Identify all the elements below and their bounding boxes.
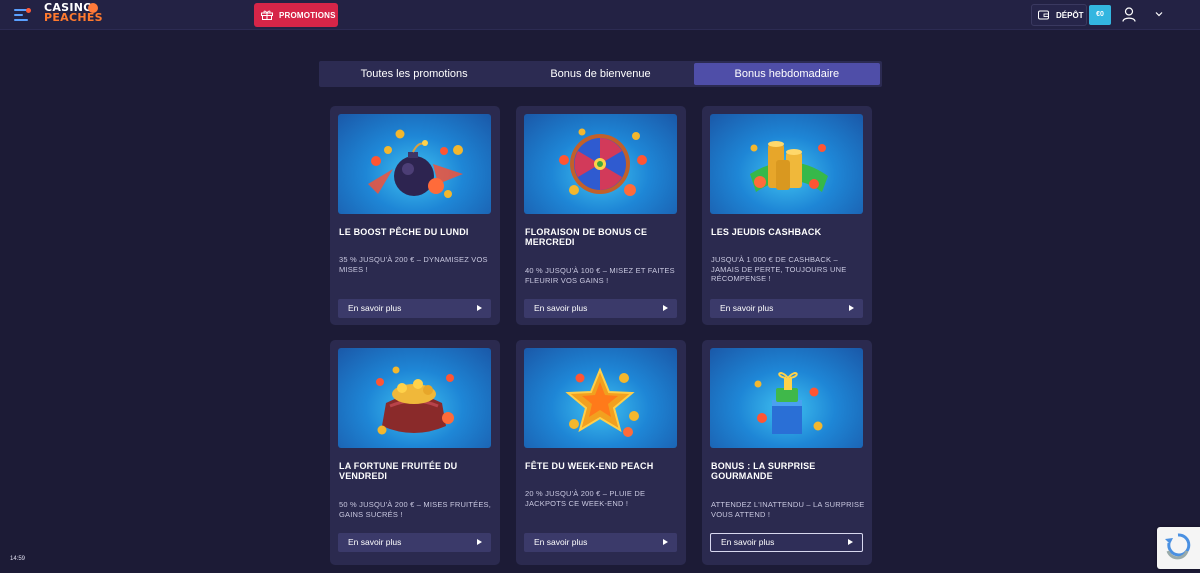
peach-logo-icon (88, 3, 98, 13)
play-arrow-icon (663, 305, 668, 311)
card-description: JUSQU'À 1 000 € DE CASHBACK – JAMAIS DE … (711, 255, 847, 283)
treasure-sack-icon (338, 348, 491, 448)
tab-all-promotions[interactable]: Toutes les promotions (321, 63, 507, 85)
card-title: LE BOOST PÊCHE DU LUNDI (339, 227, 469, 237)
card-title: BONUS : LA SURPRISE GOURMANDE (711, 461, 816, 481)
clock-time: 14:59 (10, 556, 26, 562)
learn-more-label: En savoir plus (348, 537, 402, 547)
card-description: 50 % JUSQU'À 200 € – MISES FRUITÉES, GAI… (339, 500, 492, 519)
learn-more-button[interactable]: En savoir plus (524, 533, 677, 552)
learn-more-label: En savoir plus (348, 303, 402, 313)
recaptcha-icon (1165, 533, 1191, 560)
play-arrow-icon (848, 539, 853, 545)
learn-more-label: En savoir plus (534, 303, 588, 313)
learn-more-label: En savoir plus (534, 537, 588, 547)
promo-card-wednesday: FLORAISON DE BONUS CE MERCREDI 40 % JUSQ… (516, 106, 686, 325)
deposit-label: DÉPÔT (1056, 10, 1084, 20)
promotions-label: PROMOTIONS (279, 10, 336, 20)
play-arrow-icon (849, 305, 854, 311)
recaptcha-badge[interactable] (1157, 527, 1200, 569)
play-arrow-icon (477, 305, 482, 311)
wheel-of-fortune-icon (524, 114, 677, 214)
menu-icon[interactable] (14, 8, 31, 21)
promotion-tabs: Toutes les promotions Bonus de bienvenue… (319, 61, 882, 87)
learn-more-button[interactable]: En savoir plus (710, 533, 863, 552)
gift-icon (261, 10, 273, 20)
user-icon[interactable] (1122, 7, 1136, 22)
logo-line2: PEACHES (44, 11, 103, 24)
learn-more-button[interactable]: En savoir plus (710, 299, 863, 318)
card-title: FLORAISON DE BONUS CE MERCREDI (525, 227, 648, 247)
card-title: LA FORTUNE FRUITÉE DU VENDREDI (339, 461, 458, 481)
card-title: FÊTE DU WEEK-END PEACH (525, 461, 654, 471)
coin-stack-icon (710, 114, 863, 214)
promo-card-thursday: LES JEUDIS CASHBACK JUSQU'À 1 000 € DE C… (702, 106, 872, 325)
card-description: 20 % JUSQU'À 200 € – PLUIE DE JACKPOTS C… (525, 489, 646, 508)
card-description: 35 % JUSQU'À 200 € – DYNAMISEZ VOS MISES… (339, 255, 488, 274)
play-arrow-icon (663, 539, 668, 545)
top-navigation-bar: CASINO PEACHES PROMOTIONS DÉPÔT €0 (0, 0, 1200, 30)
promo-card-weekend: FÊTE DU WEEK-END PEACH 20 % JUSQU'À 200 … (516, 340, 686, 565)
learn-more-label: En savoir plus (720, 303, 774, 313)
tab-weekly-bonus[interactable]: Bonus hebdomadaire (693, 63, 880, 85)
promo-card-friday: LA FORTUNE FRUITÉE DU VENDREDI 50 % JUSQ… (330, 340, 500, 565)
card-title: LES JEUDIS CASHBACK (711, 227, 822, 237)
learn-more-button[interactable]: En savoir plus (338, 299, 491, 318)
wallet-icon (1038, 10, 1049, 20)
card-description: ATTENDEZ L'INATTENDU – LA SURPRISE VOUS … (711, 500, 865, 519)
learn-more-button[interactable]: En savoir plus (524, 299, 677, 318)
chevron-down-icon[interactable] (1155, 11, 1163, 17)
promotions-button[interactable]: PROMOTIONS (254, 3, 338, 27)
learn-more-button[interactable]: En savoir plus (338, 533, 491, 552)
gift-box-icon (710, 348, 863, 448)
star-icon (524, 348, 677, 448)
bomb-peach-icon (338, 114, 491, 214)
deposit-button[interactable]: DÉPÔT (1031, 4, 1087, 26)
card-description: 40 % JUSQU'À 100 € – MISEZ ET FAITES FLE… (525, 266, 675, 285)
promo-card-surprise: BONUS : LA SURPRISE GOURMANDE ATTENDEZ L… (702, 340, 872, 565)
learn-more-label: En savoir plus (721, 537, 775, 547)
promo-card-monday: LE BOOST PÊCHE DU LUNDI 35 % JUSQU'À 200… (330, 106, 500, 325)
casino-peaches-logo[interactable]: CASINO PEACHES (44, 2, 103, 24)
tab-welcome-bonus[interactable]: Bonus de bienvenue (507, 63, 693, 85)
play-arrow-icon (477, 539, 482, 545)
balance-badge[interactable]: €0 (1089, 5, 1111, 25)
